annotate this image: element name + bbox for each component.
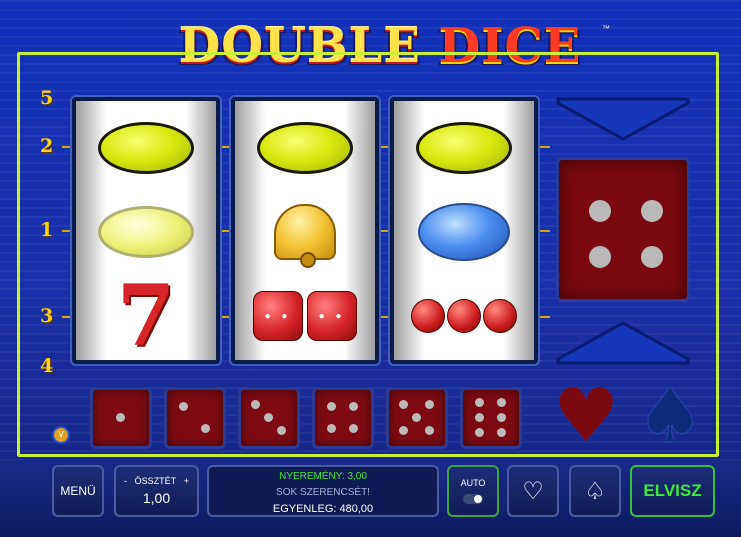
dice-feature-panel — [548, 97, 698, 367]
lemon-symbol — [394, 105, 534, 191]
payline-badge-4: 4 — [40, 355, 54, 377]
provider-logo-icon: V — [52, 426, 70, 444]
spade-outline-icon: ♤ — [584, 477, 606, 505]
cherries-symbol — [394, 273, 534, 359]
trademark: ™ — [602, 24, 610, 33]
reel-1: 7 — [72, 97, 220, 364]
collect-button[interactable]: ELVISZ — [630, 465, 715, 517]
payline-badge-2: 2 — [40, 135, 54, 157]
dice-row — [90, 387, 522, 449]
win-display: NYEREMÉNY: 3,00 — [279, 471, 367, 482]
die-five — [386, 387, 448, 449]
collect-label: ELVISZ — [643, 481, 702, 500]
black-gamble-button[interactable]: ♤ — [569, 465, 621, 517]
lemon-symbol — [76, 189, 216, 275]
lemon-symbol — [235, 105, 375, 191]
balance-display: EGYENLEG: 480,00 — [272, 503, 374, 515]
payline-badge-5: 5 — [40, 87, 54, 109]
big-die — [556, 157, 690, 302]
die-one — [90, 387, 152, 449]
die-two — [164, 387, 226, 449]
info-panel: NYEREMÉNY: 3,00 SOK SZERENCSÉT! EGYENLEG… — [207, 465, 439, 517]
auto-play-button[interactable]: AUTO — [447, 465, 499, 517]
reel-3 — [390, 97, 538, 364]
die-three — [238, 387, 300, 449]
bet-control: - ÖSSZTÉT + 1,00 — [114, 465, 199, 517]
red-gamble-button[interactable]: ♡ — [507, 465, 559, 517]
payline-badge-1: 1 — [40, 219, 54, 241]
auto-toggle[interactable] — [463, 494, 483, 504]
dice-symbol: ● ● ● ● — [235, 273, 375, 359]
die-four — [312, 387, 374, 449]
lemon-symbol — [76, 105, 216, 191]
bet-increase-button[interactable]: + — [184, 476, 189, 486]
seven-symbol: 7 — [116, 266, 176, 364]
spade-suit-icon: ♠ — [636, 373, 704, 459]
heart-outline-icon: ♡ — [522, 477, 544, 505]
menu-button[interactable]: MENÜ — [52, 465, 104, 517]
die-six — [460, 387, 522, 449]
bet-label: ÖSSZTÉT — [134, 476, 177, 486]
payline-badge-3: 3 — [40, 305, 54, 327]
menu-button-label: MENÜ — [60, 484, 96, 498]
chevron-down-icon — [556, 97, 690, 141]
auto-label: AUTO — [460, 478, 486, 488]
chevron-up-icon — [556, 321, 690, 365]
luck-message: SOK SZERENCSÉT! — [276, 487, 370, 498]
bet-value: 1,00 — [142, 490, 171, 506]
bet-decrease-button[interactable]: - — [124, 476, 127, 486]
reel-2: ● ● ● ● — [231, 97, 379, 364]
bell-symbol — [235, 189, 375, 275]
plum-symbol — [394, 189, 534, 275]
heart-suit-icon: ♥ — [552, 373, 620, 459]
